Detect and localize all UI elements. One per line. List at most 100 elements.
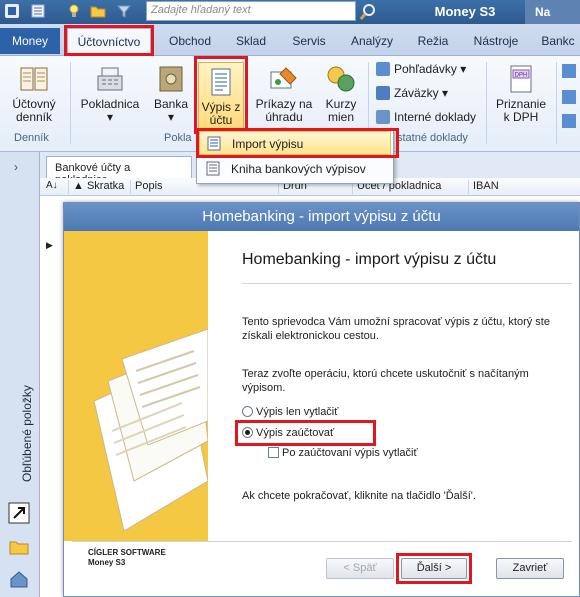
wizard-heading-rule <box>242 283 572 284</box>
money-s3-window: Zadajte hľadaný text Money S3 Na Money Ú… <box>0 0 580 597</box>
ribbon-separator <box>556 62 557 144</box>
search-input[interactable]: Zadajte hľadaný text <box>146 1 356 21</box>
radio-print-indicator <box>242 406 253 417</box>
menu-item-kniha-vypisov[interactable]: Kniha bankových výpisov <box>199 157 391 181</box>
group-ostatne-label: statné doklady <box>397 132 468 144</box>
window-title-fragment: Na <box>525 0 580 24</box>
back-button[interactable]: < Späť <box>326 558 394 579</box>
menu-item-import-label: Import výpisu <box>232 137 304 151</box>
vypis-dropdown-menu: Import výpisu Kniha bankových výpisov <box>196 128 394 184</box>
pohladavky-button[interactable]: Pohľadávky ▾ <box>376 62 466 80</box>
ribbon-overflow-icon-3[interactable] <box>562 114 576 128</box>
ribbon-separator <box>70 62 71 144</box>
uctovny-label-1: Účtovný <box>12 97 56 111</box>
wizard-continue-text: Ak chcete pokračovať, kliknite na tlačid… <box>242 490 476 502</box>
group-dennik-label: Denník <box>14 132 49 144</box>
interne-doklady-button[interactable]: Interné doklady <box>376 110 476 128</box>
column-popis[interactable]: Popis <box>130 180 163 194</box>
receivables-icon <box>376 62 390 76</box>
favorites-sidebar: › Obľúbené položky <box>0 152 40 597</box>
wizard-intro-text: Tento sprievodca Vám umožní spracovať vý… <box>242 316 550 342</box>
homebanking-wizard-dialog: Homebanking - import výpisu z účtu Homeb… <box>63 202 580 597</box>
radio-vypis-zauctovat[interactable]: Výpis zaúčtovať <box>242 427 334 439</box>
banka-label: Banka <box>153 97 189 111</box>
safe-icon <box>159 66 183 92</box>
tab-uctovnictvo[interactable]: Účtovníctvo <box>67 28 151 56</box>
folder-icon[interactable] <box>90 3 106 19</box>
uctovny-label-2: denník <box>15 110 53 124</box>
tab-rezia[interactable]: Režia <box>410 31 456 51</box>
kurzy-label-2: mien <box>327 110 354 124</box>
uctovny-dennik-button[interactable]: Účtovný denník <box>6 64 62 124</box>
app-title: Money S3 <box>434 4 496 19</box>
bank-statement-icon <box>211 68 231 96</box>
vypis-z-uctu-button[interactable]: Výpis z účtu ▾ <box>198 62 244 140</box>
column-iban[interactable]: IBAN <box>468 180 499 194</box>
radio-vypis-len-vytlacit[interactable]: Výpis len vytlačiť <box>242 406 338 418</box>
menu-item-import-vypisu[interactable]: Import výpisu <box>199 131 391 155</box>
wizard-title-bar: Homebanking - import výpisu z účtu <box>64 203 579 231</box>
vypis-label-2: účtu <box>209 113 233 127</box>
interne-label: Interné doklady <box>394 110 477 124</box>
next-button[interactable]: Ďalší > <box>401 558 467 579</box>
ribbon-overflow-icon-1[interactable] <box>562 64 576 78</box>
ledger-book-icon <box>20 67 48 91</box>
close-button[interactable]: Zavrieť <box>496 558 564 579</box>
column-skratka[interactable]: ▲ Skratka <box>68 180 124 194</box>
folder-icon[interactable] <box>9 538 29 556</box>
liabilities-icon <box>376 86 390 100</box>
tab-obchod[interactable]: Obchod <box>162 31 218 51</box>
checkbox-label: Po zaúčtovaní výpis vytlačiť <box>282 447 418 459</box>
tab-sklad[interactable]: Sklad <box>228 31 274 51</box>
currency-exchange-icon <box>327 66 355 92</box>
kurzy-mien-button[interactable]: Kurzy mien <box>318 64 364 124</box>
ribbon-overflow-icon-2[interactable] <box>562 90 576 104</box>
group-pokladna-label: Pokla <box>164 132 192 144</box>
lightbulb-icon[interactable] <box>66 3 82 19</box>
banka-button[interactable]: Banka ▾ <box>150 64 192 124</box>
tab-nastroje[interactable]: Nástroje <box>466 31 526 51</box>
wizard-heading: Homebanking - import výpisu z účtu <box>242 251 497 268</box>
prikazy-na-uhradu-button[interactable]: Príkazy na úhradu ▾ <box>252 64 316 137</box>
money-menu-button[interactable]: Money <box>0 28 60 54</box>
menu-icon[interactable] <box>30 3 46 19</box>
zavazky-button[interactable]: Záväzky ▾ <box>376 86 448 104</box>
pokladnica-label: Pokladnica <box>80 97 140 111</box>
pokladnica-arrow: ▾ <box>106 110 114 124</box>
checkbox-box <box>268 447 279 458</box>
statement-book-icon <box>206 161 220 176</box>
vat-badge-text: DPH <box>515 73 528 79</box>
documents-illustration-icon <box>64 231 208 541</box>
vendor-name: CÍGLER SOFTWARE <box>88 548 166 557</box>
ribbon-separator <box>486 62 487 144</box>
priznanie-label-1: Priznanie <box>495 97 547 111</box>
wizard-illustration <box>64 231 208 541</box>
column-skratka-label: Skratka <box>86 180 125 192</box>
title-bar: Zadajte hľadaný text Money S3 Na <box>0 0 580 24</box>
pokladnica-button[interactable]: Pokladnica ▾ <box>78 64 142 124</box>
tab-servis[interactable]: Servis <box>284 31 334 51</box>
vypis-label-1: Výpis z <box>201 100 241 114</box>
app-logo-icon <box>5 4 19 18</box>
filter-icon[interactable] <box>116 3 132 19</box>
tab-analyzy[interactable]: Analýzy <box>344 31 400 51</box>
tab-bankove-ucty[interactable]: Bankové účty a pokladnice <box>46 156 192 186</box>
expand-sidebar-button[interactable]: › <box>14 160 18 174</box>
cash-register-icon <box>97 67 123 91</box>
favorites-label[interactable]: Obľúbené položky <box>20 385 34 482</box>
tab-banking[interactable]: Bankc <box>536 31 580 51</box>
zavazky-label: Záväzky <box>394 86 439 100</box>
search-icon[interactable] <box>359 3 377 21</box>
shortcut-icon[interactable] <box>8 502 30 524</box>
row-pointer-icon: ▶ <box>46 240 53 250</box>
vendor-label: CÍGLER SOFTWARE Money S3 <box>88 548 166 568</box>
sort-icon[interactable]: A↓ <box>42 180 58 194</box>
radio-print-label: Výpis len vytlačiť <box>256 406 339 418</box>
priznanie-dph-button[interactable]: DPH Priznanie k DPH <box>492 64 550 124</box>
radio-post-label: Výpis zaúčtovať <box>256 427 335 439</box>
wizard-choose-text: Teraz zvoľte operáciu, ktorú chcete usku… <box>242 368 529 394</box>
vendor-product: Money S3 <box>88 558 126 567</box>
checkbox-po-zauctovani-vytlacit[interactable]: Po zaúčtovaní výpis vytlačiť <box>268 447 418 459</box>
home-icon[interactable] <box>9 570 29 588</box>
payment-order-icon <box>270 67 297 89</box>
